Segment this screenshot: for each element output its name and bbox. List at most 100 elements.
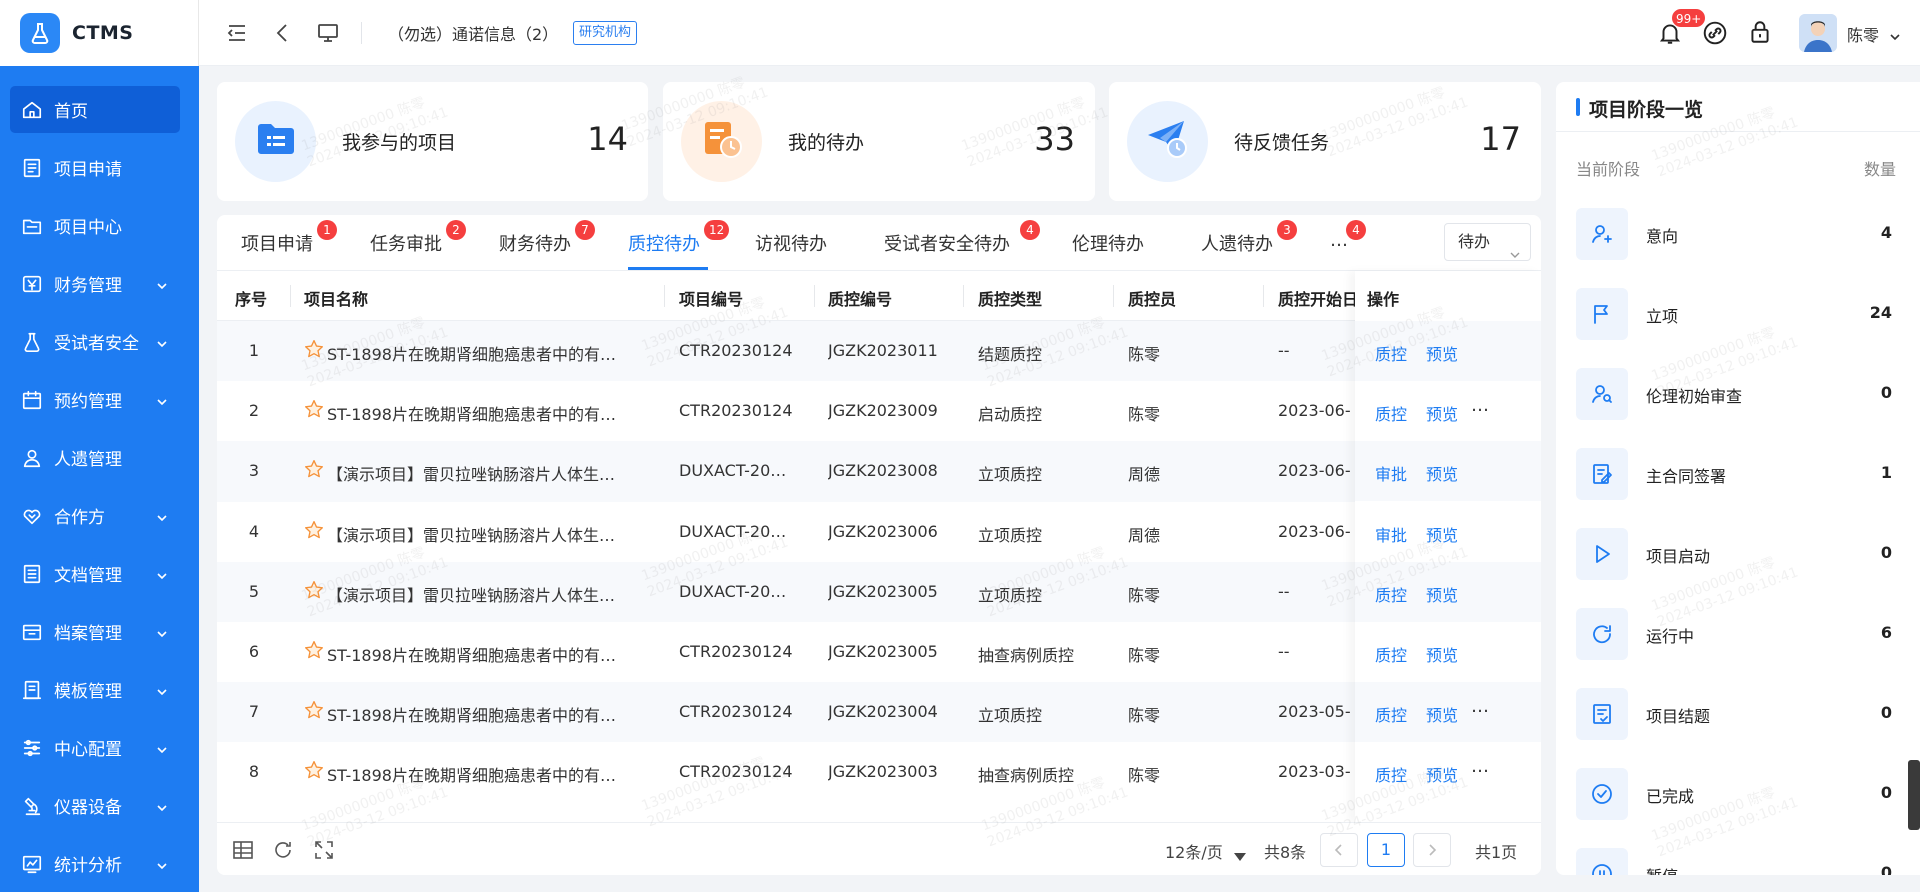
table-row[interactable]: 6 ST-1898片在晚期肾细胞癌患者中的有… CTR20230124 JGZK202… [217,622,1541,682]
stat-card-pending-feedback[interactable]: 待反馈任务 17 [1109,82,1541,201]
table-row[interactable]: 1 ST-1898片在晚期肾细胞癌患者中的有… CTR20230124 JGZK202… [217,321,1541,382]
tab[interactable]: 受试者安全待办 [884,230,1010,256]
tab[interactable]: 项目申请 [241,230,313,256]
stage-count: 24 [1869,303,1892,322]
tab[interactable]: … [1330,230,1348,251]
organization-title[interactable]: （勿选）通诺信息（2） [388,21,558,45]
tab[interactable]: 质控待办 [628,230,700,256]
caret-down-icon[interactable] [1234,846,1246,866]
sidebar-item[interactable]: 文档管理 [10,550,180,597]
stage-item[interactable]: 意向 4 [1576,208,1896,260]
page-size-select[interactable]: 12条/页 [1165,839,1223,863]
sidebar-item[interactable]: 档案管理 [10,608,180,655]
star-icon[interactable] [304,700,324,720]
form-icon [21,157,43,179]
action-preview-button[interactable]: 预览 [1426,582,1458,606]
back-icon[interactable] [271,21,295,45]
project-name[interactable]: ST-1898片在晚期肾细胞癌患者中的有… [327,642,657,666]
table-row[interactable]: 2 ST-1898片在晚期肾细胞癌患者中的有… CTR20230124 JGZK202… [217,381,1541,441]
tab[interactable]: 任务审批 [370,230,442,256]
project-name[interactable]: ST-1898片在晚期肾细胞癌患者中的有… [327,341,657,365]
sidebar-item[interactable]: 预约管理 [10,376,180,423]
sidebar-item[interactable]: 中心配置 [10,724,180,771]
current-page-button[interactable]: 1 [1367,833,1405,867]
stage-item[interactable]: 项目启动 0 [1576,528,1896,580]
lock-icon[interactable] [1747,19,1773,45]
sidebar-item[interactable]: 仪器设备 [10,782,180,829]
stat-card-my-projects[interactable]: 我参与的项目 14 [217,82,648,201]
table-row[interactable]: 5 【演示项目】雷贝拉唑钠肠溶片人体生… DUXACT-20… JGZK2023005… [217,561,1541,622]
table-row[interactable]: 8 ST-1898片在晚期肾细胞癌患者中的有… CTR20230124 JGZK202… [217,742,1541,802]
avatar[interactable] [1799,14,1837,52]
stat-icon-circle [235,101,316,182]
tab[interactable]: 财务待办 [499,230,571,256]
table-row[interactable]: 3 【演示项目】雷贝拉唑钠肠溶片人体生… DUXACT-20… JGZK2023008… [217,441,1541,502]
monitor-icon[interactable] [316,21,340,45]
table-row[interactable]: 4 【演示项目】雷贝拉唑钠肠溶片人体生… DUXACT-20… JGZK2023006… [217,502,1541,562]
stage-item[interactable]: 主合同签署 1 [1576,448,1896,500]
action-primary-button[interactable]: 质控 [1375,762,1407,786]
star-icon[interactable] [304,459,324,479]
action-primary-button[interactable]: 质控 [1375,401,1407,425]
chevron-down-icon[interactable] [1889,28,1901,41]
todo-filter-select[interactable]: 待办 [1444,223,1531,261]
action-primary-button[interactable]: 审批 [1375,461,1407,485]
action-preview-button[interactable]: 预览 [1426,341,1458,365]
action-preview-button[interactable]: 预览 [1426,702,1458,726]
star-icon[interactable] [304,399,324,419]
star-icon[interactable] [304,520,324,540]
next-page-button[interactable] [1413,833,1451,867]
stage-item[interactable]: 立项 24 [1576,288,1896,340]
stage-item[interactable]: 运行中 6 [1576,608,1896,660]
more-actions-button[interactable]: … [1471,696,1490,717]
action-preview-button[interactable]: 预览 [1426,762,1458,786]
sidebar-item[interactable]: 统计分析 [10,840,180,887]
sidebar-item[interactable]: 首页 [10,86,180,133]
more-actions-button[interactable]: … [1471,395,1490,416]
project-name[interactable]: ST-1898片在晚期肾细胞癌患者中的有… [327,702,657,726]
refresh-icon[interactable] [272,839,294,861]
user-name[interactable]: 陈零 [1847,22,1879,46]
sidebar-item[interactable]: 受试者安全 [10,318,180,365]
project-name[interactable]: ST-1898片在晚期肾细胞癌患者中的有… [327,401,657,425]
stage-item[interactable]: 已完成 0 [1576,768,1896,820]
stat-card-my-todos[interactable]: 我的待办 33 [663,82,1095,201]
table-row[interactable]: 7 ST-1898片在晚期肾细胞癌患者中的有… CTR20230124 JGZK202… [217,682,1541,743]
project-name[interactable]: 【演示项目】雷贝拉唑钠肠溶片人体生… [327,582,657,606]
project-name[interactable]: 【演示项目】雷贝拉唑钠肠溶片人体生… [327,461,657,485]
project-name[interactable]: 【演示项目】雷贝拉唑钠肠溶片人体生… [327,522,657,546]
action-primary-button[interactable]: 质控 [1375,702,1407,726]
action-primary-button[interactable]: 审批 [1375,522,1407,546]
star-icon[interactable] [304,640,324,660]
sidebar-item[interactable]: 模板管理 [10,666,180,713]
star-icon[interactable] [304,339,324,359]
action-preview-button[interactable]: 预览 [1426,642,1458,666]
sidebar-item[interactable]: 人遗管理 [10,434,180,481]
prev-page-button[interactable] [1320,833,1358,867]
collapse-menu-icon[interactable] [225,21,249,45]
sidebar-item[interactable]: 项目中心 [10,202,180,249]
tab[interactable]: 伦理待办 [1072,230,1144,256]
sidebar-item[interactable]: 财务管理 [10,260,180,307]
tab[interactable]: 访视待办 [755,230,827,256]
stage-item[interactable]: 项目结题 0 [1576,688,1896,740]
stage-item[interactable]: 伦理初始审查 0 [1576,368,1896,420]
more-actions-button[interactable]: … [1471,756,1490,777]
brand-name: CTMS [72,22,134,44]
action-preview-button[interactable]: 预览 [1426,522,1458,546]
star-icon[interactable] [304,580,324,600]
link-icon[interactable] [1702,20,1728,46]
tab[interactable]: 人遗待办 [1201,230,1273,256]
action-preview-button[interactable]: 预览 [1426,461,1458,485]
star-icon[interactable] [304,760,324,780]
action-primary-button[interactable]: 质控 [1375,642,1407,666]
stage-item[interactable]: 暂停 0 [1576,848,1896,875]
action-preview-button[interactable]: 预览 [1426,401,1458,425]
sidebar-item[interactable]: 合作方 [10,492,180,539]
fullscreen-icon[interactable] [313,839,335,861]
sidebar-item[interactable]: 项目申请 [10,144,180,191]
action-primary-button[interactable]: 质控 [1375,341,1407,365]
table-columns-icon[interactable] [232,839,254,861]
action-primary-button[interactable]: 质控 [1375,582,1407,606]
project-name[interactable]: ST-1898片在晚期肾细胞癌患者中的有… [327,762,657,786]
